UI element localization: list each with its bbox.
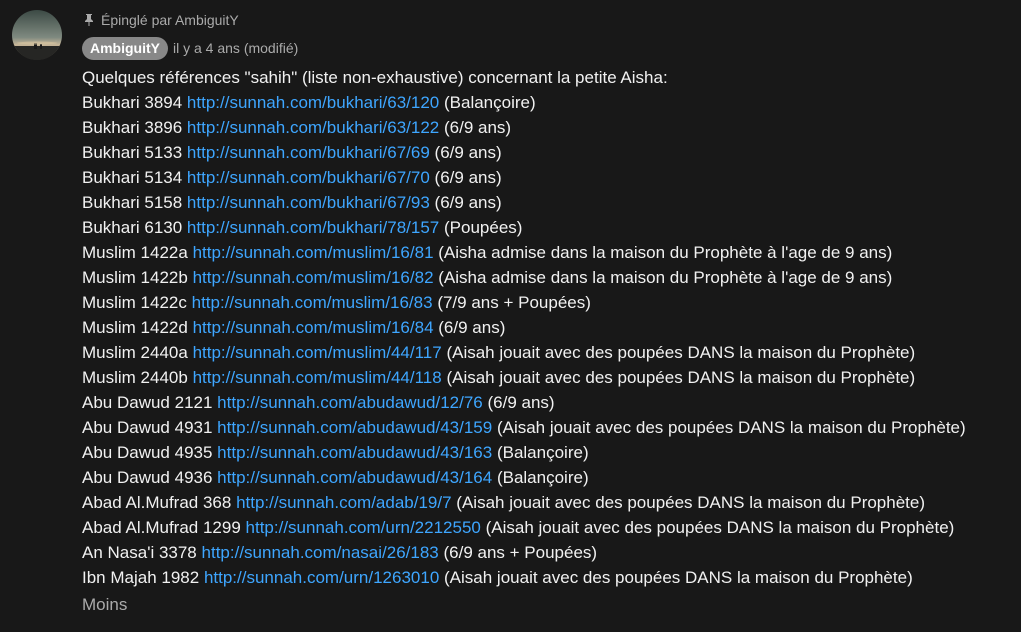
reference-line: Abu Dawud 4936 http://sunnah.com/abudawu… — [82, 465, 1012, 490]
reference-note: (Aisah jouait avec des poupées DANS la m… — [446, 368, 916, 387]
reference-line: Muslim 1422a http://sunnah.com/muslim/16… — [82, 240, 1012, 265]
reference-source: Muslim 2440b — [82, 368, 188, 387]
reference-line: Muslim 1422b http://sunnah.com/muslim/16… — [82, 265, 1012, 290]
reference-link[interactable]: http://sunnah.com/bukhari/67/69 — [187, 143, 430, 162]
comment-timestamp[interactable]: il y a 4 ans (modifié) — [173, 40, 298, 56]
reference-link[interactable]: http://sunnah.com/abudawud/12/76 — [217, 393, 483, 412]
reference-source: Bukhari 5133 — [82, 143, 183, 162]
reference-source: An Nasa'i 3378 — [82, 543, 197, 562]
reference-line: Abad Al.Mufrad 368 http://sunnah.com/ada… — [82, 490, 1012, 515]
reference-note: (Balançoire) — [496, 468, 589, 487]
reference-source: Bukhari 5134 — [82, 168, 183, 187]
reference-note: (Poupées) — [444, 218, 523, 237]
reference-source: Bukhari 5158 — [82, 193, 183, 212]
reference-link[interactable]: http://sunnah.com/adab/19/7 — [236, 493, 452, 512]
reference-line: Abu Dawud 2121 http://sunnah.com/abudawu… — [82, 390, 1012, 415]
reference-line: Abu Dawud 4931 http://sunnah.com/abudawu… — [82, 415, 1012, 440]
reference-list: Bukhari 3894 http://sunnah.com/bukhari/6… — [82, 90, 1012, 590]
reference-link[interactable]: http://sunnah.com/urn/2212550 — [246, 518, 481, 537]
reference-link[interactable]: http://sunnah.com/muslim/16/82 — [193, 268, 434, 287]
pinned-indicator: Épinglé par AmbiguitY — [84, 10, 1012, 30]
reference-source: Bukhari 3896 — [82, 118, 183, 137]
reference-note: (6/9 ans + Poupées) — [443, 543, 598, 562]
reference-link[interactable]: http://sunnah.com/abudawud/43/164 — [217, 468, 492, 487]
reference-source: Ibn Majah 1982 — [82, 568, 200, 587]
reference-note: (6/9 ans) — [434, 193, 502, 212]
reference-note: (Balançoire) — [496, 443, 589, 462]
reference-note: (6/9 ans) — [487, 393, 555, 412]
reference-link[interactable]: http://sunnah.com/bukhari/78/157 — [187, 218, 439, 237]
author-name[interactable]: AmbiguitY — [82, 36, 168, 60]
comment-intro: Quelques références "sahih" (liste non-e… — [82, 68, 668, 87]
pinned-comment: Épinglé par AmbiguitY AmbiguitY il y a 4… — [12, 10, 1012, 615]
reference-source: Abu Dawud 4931 — [82, 418, 213, 437]
reference-source: Bukhari 3894 — [82, 93, 183, 112]
pin-icon — [84, 13, 94, 27]
reference-line: Abad Al.Mufrad 1299 http://sunnah.com/ur… — [82, 515, 1012, 540]
reference-line: Bukhari 5134 http://sunnah.com/bukhari/6… — [82, 165, 1012, 190]
reference-link[interactable]: http://sunnah.com/nasai/26/183 — [202, 543, 439, 562]
reference-line: Abu Dawud 4935 http://sunnah.com/abudawu… — [82, 440, 1012, 465]
reference-line: Muslim 1422d http://sunnah.com/muslim/16… — [82, 315, 1012, 340]
reference-source: Abad Al.Mufrad 1299 — [82, 518, 241, 537]
reference-link[interactable]: http://sunnah.com/bukhari/67/70 — [187, 168, 430, 187]
reference-note: (Aisah jouait avec des poupées DANS la m… — [444, 568, 913, 587]
reference-link[interactable]: http://sunnah.com/muslim/44/117 — [193, 343, 442, 362]
reference-source: Muslim 2440a — [82, 343, 188, 362]
reference-line: Muslim 2440b http://sunnah.com/muslim/44… — [82, 365, 1012, 390]
reference-note: (Aisah jouait avec des poupées DANS la m… — [485, 518, 955, 537]
reference-note: (Aisha admise dans la maison du Prophète… — [438, 268, 893, 287]
reference-link[interactable]: http://sunnah.com/abudawud/43/159 — [217, 418, 492, 437]
reference-source: Bukhari 6130 — [82, 218, 183, 237]
reference-note: (Aisah jouait avec des poupées DANS la m… — [446, 343, 916, 362]
reference-line: Muslim 1422c http://sunnah.com/muslim/16… — [82, 290, 1012, 315]
reference-line: Bukhari 3894 http://sunnah.com/bukhari/6… — [82, 90, 1012, 115]
reference-line: Muslim 2440a http://sunnah.com/muslim/44… — [82, 340, 1012, 365]
pinned-label: Épinglé par AmbiguitY — [101, 12, 239, 28]
reference-note: (6/9 ans) — [444, 118, 512, 137]
reference-note: (Balançoire) — [444, 93, 536, 112]
reference-line: Bukhari 6130 http://sunnah.com/bukhari/7… — [82, 215, 1012, 240]
reference-source: Muslim 1422d — [82, 318, 188, 337]
reference-line: Bukhari 3896 http://sunnah.com/bukhari/6… — [82, 115, 1012, 140]
reference-source: Abu Dawud 2121 — [82, 393, 213, 412]
comment-text: Quelques références "sahih" (liste non-e… — [82, 65, 1012, 590]
reference-line: Ibn Majah 1982 http://sunnah.com/urn/126… — [82, 565, 1012, 590]
avatar[interactable] — [12, 10, 62, 60]
reference-note: (Aisha admise dans la maison du Prophète… — [438, 243, 893, 262]
reference-link[interactable]: http://sunnah.com/muslim/16/84 — [193, 318, 434, 337]
reference-line: Bukhari 5133 http://sunnah.com/bukhari/6… — [82, 140, 1012, 165]
reference-link[interactable]: http://sunnah.com/bukhari/67/93 — [187, 193, 430, 212]
reference-line: Bukhari 5158 http://sunnah.com/bukhari/6… — [82, 190, 1012, 215]
reference-link[interactable]: http://sunnah.com/muslim/44/118 — [193, 368, 442, 387]
reference-note: (6/9 ans) — [434, 143, 502, 162]
avatar-image — [12, 10, 62, 60]
reference-line: An Nasa'i 3378 http://sunnah.com/nasai/2… — [82, 540, 1012, 565]
reference-link[interactable]: http://sunnah.com/muslim/16/81 — [193, 243, 434, 262]
reference-link[interactable]: http://sunnah.com/muslim/16/83 — [192, 293, 433, 312]
reference-note: (7/9 ans + Poupées) — [437, 293, 591, 312]
reference-source: Muslim 1422b — [82, 268, 188, 287]
reference-source: Muslim 1422c — [82, 293, 187, 312]
reference-link[interactable]: http://sunnah.com/bukhari/63/120 — [187, 93, 439, 112]
reference-note: (Aisah jouait avec des poupées DANS la m… — [496, 418, 966, 437]
comment-header: AmbiguitY il y a 4 ans (modifié) — [82, 35, 1012, 61]
reference-link[interactable]: http://sunnah.com/urn/1263010 — [204, 568, 439, 587]
reference-link[interactable]: http://sunnah.com/abudawud/43/163 — [217, 443, 492, 462]
reference-source: Abu Dawud 4935 — [82, 443, 213, 462]
reference-source: Abad Al.Mufrad 368 — [82, 493, 232, 512]
reference-source: Muslim 1422a — [82, 243, 188, 262]
reference-note: (6/9 ans) — [438, 318, 506, 337]
reference-source: Abu Dawud 4936 — [82, 468, 213, 487]
reference-note: (Aisah jouait avec des poupées DANS la m… — [456, 493, 926, 512]
reference-link[interactable]: http://sunnah.com/bukhari/63/122 — [187, 118, 439, 137]
show-less-button[interactable]: Moins — [82, 595, 127, 615]
reference-note: (6/9 ans) — [434, 168, 502, 187]
